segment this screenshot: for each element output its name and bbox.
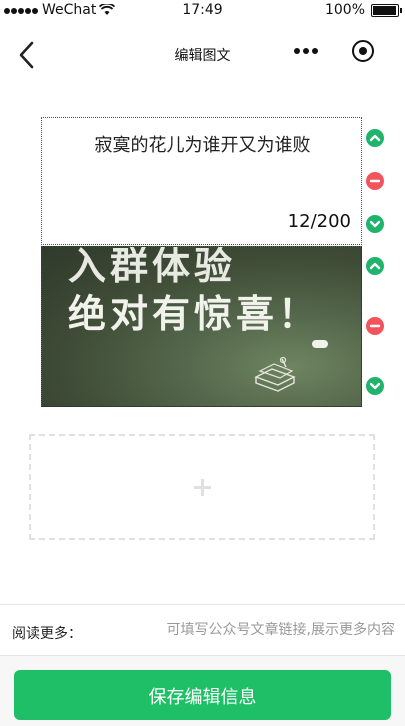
- image-block[interactable]: 入群体验 绝对有惊喜！: [41, 246, 362, 407]
- battery-icon: [371, 3, 402, 17]
- status-bar: WeChat 17:49 100%: [0, 0, 405, 22]
- read-more-input[interactable]: [120, 615, 395, 645]
- image-text-line2: 绝对有惊喜！: [68, 292, 321, 336]
- image-move-up-button[interactable]: [366, 257, 384, 275]
- move-down-icon: [369, 382, 381, 390]
- add-icon-vertical: [201, 479, 204, 496]
- add-block-button[interactable]: [29, 434, 375, 540]
- image-cloud-doodle: [312, 340, 328, 348]
- text-move-up-button[interactable]: [366, 129, 384, 147]
- page-title: 编辑图文: [174, 48, 231, 64]
- more-icon[interactable]: [294, 48, 318, 54]
- text-block-content[interactable]: 寂寞的花儿为谁开又为谁败: [42, 131, 363, 157]
- nav-bar: 编辑图文: [0, 22, 405, 84]
- target-icon[interactable]: [352, 40, 374, 62]
- move-up-icon: [369, 134, 381, 142]
- status-right: 100%: [324, 2, 402, 18]
- image-delete-button[interactable]: [366, 317, 384, 335]
- move-up-icon: [369, 262, 381, 270]
- text-move-down-button[interactable]: [366, 215, 384, 233]
- books-doodle-icon: [254, 356, 296, 392]
- move-down-icon: [369, 220, 381, 228]
- image-move-down-button[interactable]: [366, 377, 384, 395]
- text-delete-button[interactable]: [366, 172, 384, 190]
- char-counter: 12/200: [287, 211, 351, 232]
- delete-icon: [369, 179, 381, 183]
- save-button[interactable]: 保存编辑信息: [14, 670, 391, 720]
- text-block[interactable]: 寂寞的花儿为谁开又为谁败 12/200: [41, 117, 362, 245]
- battery-percent: 100%: [324, 2, 365, 18]
- editor-content: 寂寞的花儿为谁开又为谁败 12/200 入群体验 绝对有惊喜！: [0, 84, 405, 604]
- read-more-row: 阅读更多：: [0, 604, 405, 656]
- read-more-label: 阅读更多：: [12, 626, 82, 642]
- delete-icon: [369, 324, 381, 328]
